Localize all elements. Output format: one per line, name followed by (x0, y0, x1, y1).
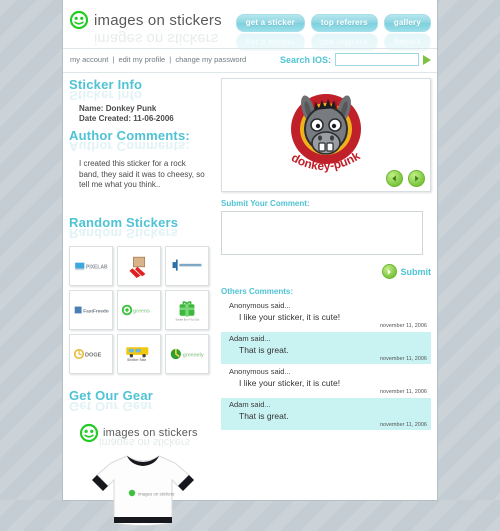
comment-author: Anonymous said... (229, 301, 291, 310)
svg-text:Smoke Em If You Got: Smoke Em If You Got (175, 318, 199, 321)
green-play-button-icon[interactable] (381, 264, 397, 279)
site-logo-text: images on stickers (94, 11, 222, 29)
left-arrow-icon[interactable] (386, 170, 403, 187)
sticker-date-label: Date Created: (79, 114, 132, 123)
sticker-pixelab[interactable]: PIXELAB (69, 245, 113, 286)
author-comments-body: I created this sticker for a rock band, … (79, 159, 205, 189)
get-our-gear-heading-reflection: Get Our Gear (69, 398, 154, 414)
sticker-date-value: 11-06-2006 (133, 114, 174, 123)
svg-text:DOGE: DOGE (85, 352, 102, 358)
svg-text:PIXELAB: PIXELAB (86, 264, 108, 270)
svg-text:FastFreedom: FastFreedom (83, 308, 109, 313)
right-arrow-icon[interactable] (408, 170, 425, 187)
sticker-info-heading-reflection: Sticker Info (69, 88, 143, 103)
comment-author: Anonymous said... (229, 367, 291, 376)
sticker-name-value: Donkey Punk (105, 104, 157, 113)
sticker-yellow-bus-art: Shelter Star (126, 346, 149, 361)
gear-logo: images on stickers images on stickers (79, 423, 217, 448)
comment-date: november 11, 2006 (380, 389, 427, 395)
comment-author: Adam said... (229, 400, 271, 409)
right-column: donkey-punk Submit Your Comment: Submit … (221, 78, 431, 431)
account-separator-1: | (112, 55, 115, 64)
nav-top-referers[interactable]: top referers (310, 14, 378, 32)
link-change-my-password[interactable]: change my password (175, 55, 246, 64)
donkey-punk-sticker-image: donkey-punk (289, 94, 363, 173)
site-logo-reflection: images on stickers (94, 30, 219, 47)
sticker-nav-arrows (386, 170, 425, 187)
comment-date: november 11, 2006 (380, 422, 427, 428)
tshirt-product-image[interactable]: images on stickers (69, 453, 217, 531)
site-header: images on stickers images on stickers ge… (63, 0, 437, 51)
sticker-viewer: donkey-punk (221, 78, 431, 192)
others-comments-heading: Others Comments: (221, 287, 294, 296)
comment-date: november 11, 2006 (380, 356, 427, 362)
submit-row: Submit (221, 264, 431, 279)
svg-text:Shelter Star: Shelter Star (127, 357, 147, 361)
tshirt-logo-text: images on stickers (138, 491, 175, 496)
sticker-green-gift-art: Smoke Em If You Got (175, 300, 199, 321)
comment-date: november 11, 2006 (380, 323, 427, 329)
sticker-name-row: Name: Donkey Punk (79, 104, 217, 114)
smiley-face-icon (79, 423, 99, 442)
comment-textarea[interactable] (221, 211, 423, 255)
sticker-green-apple-art: greenely (170, 348, 204, 359)
comment-text: That is great. (239, 345, 289, 355)
sticker-green-swirl[interactable]: greens (117, 289, 161, 330)
page-container: images on stickers images on stickers ge… (63, 0, 437, 526)
comment-item-2: Adam said... That is great. november 11,… (221, 332, 431, 364)
left-column: Sticker Info Sticker Info Name: Donkey P… (69, 77, 217, 531)
comment-author: Adam said... (229, 334, 271, 343)
svg-text:greens: greens (133, 308, 150, 314)
primary-nav: get a sticker top referers gallery (235, 14, 431, 32)
random-stickers-grid: PIXELAB FastFreedo greens Smoke Em If Yo… (69, 245, 217, 374)
sticker-fastfreedom-art: FastFreedom (74, 306, 109, 313)
sticker-green-apple[interactable]: greenely (165, 333, 209, 374)
link-my-account[interactable]: my account (70, 55, 108, 64)
comment-item-1: Anonymous said... I like your sticker, i… (221, 299, 431, 331)
sticker-green-swirl-art: greens (121, 304, 150, 315)
tshirt-art: images on stickers (92, 454, 194, 526)
sticker-doge-art: DOGE (73, 348, 102, 359)
sticker-green-gift[interactable]: Smoke Em If You Got (165, 289, 209, 330)
account-links: my account | edit my profile | change my… (70, 55, 246, 64)
random-stickers-heading-reflection: Random Stickers (69, 225, 179, 241)
nav-gallery[interactable]: gallery (383, 14, 431, 32)
sticker-date-row: Date Created: 11-06-2006 (79, 114, 217, 124)
random-stickers-heading: Random Stickers Random Stickers (69, 215, 217, 241)
link-edit-my-profile[interactable]: edit my profile (119, 55, 166, 64)
sticker-blue-bar-logo[interactable] (165, 245, 209, 286)
sticker-pixelab-art: PIXELAB (75, 262, 108, 270)
submit-button-label[interactable]: Submit (401, 267, 432, 277)
site-logo[interactable]: images on stickers (69, 10, 222, 30)
sticker-red-ribbon-box-art (129, 256, 146, 278)
gear-logo-reflection: images on stickers (99, 435, 191, 448)
search-input[interactable] (335, 53, 419, 66)
search-area: Search IOS: (280, 53, 431, 66)
sticker-info-heading: Sticker Info Sticker Info (69, 77, 217, 103)
comment-text: That is great. (239, 411, 289, 421)
comment-text: I like your sticker, it is cute! (239, 312, 341, 322)
author-comments-heading-reflection: Author Comments: (69, 139, 190, 154)
sticker-name-label: Name: (79, 104, 104, 113)
sticker-red-ribbon-box[interactable] (117, 245, 161, 286)
green-play-arrow-icon[interactable] (423, 54, 431, 65)
account-separator-2: | (169, 55, 172, 64)
get-our-gear-heading: Get Our Gear Get Our Gear (69, 388, 217, 414)
sticker-blue-bar-logo-art (172, 259, 202, 271)
smiley-face-icon (69, 10, 89, 30)
sticker-yellow-bus[interactable]: Shelter Star (117, 333, 161, 374)
sticker-fastfreedom[interactable]: FastFreedom (69, 289, 113, 330)
nav-get-a-sticker[interactable]: get a sticker (235, 14, 305, 32)
search-label: Search IOS: (279, 54, 331, 65)
svg-text:greenely: greenely (183, 352, 204, 358)
account-bar: my account | edit my profile | change my… (63, 48, 437, 73)
sticker-doge[interactable]: DOGE (69, 333, 113, 374)
comment-item-3: Anonymous said... I like your sticker, i… (221, 365, 431, 397)
submit-comment-heading: Submit Your Comment: (221, 199, 310, 208)
comment-item-4: Adam said... That is great. november 11,… (221, 398, 431, 430)
author-comments-heading: Author Comments: Author Comments: (69, 128, 217, 154)
comment-text: I like your sticker, it is cute! (239, 378, 341, 388)
